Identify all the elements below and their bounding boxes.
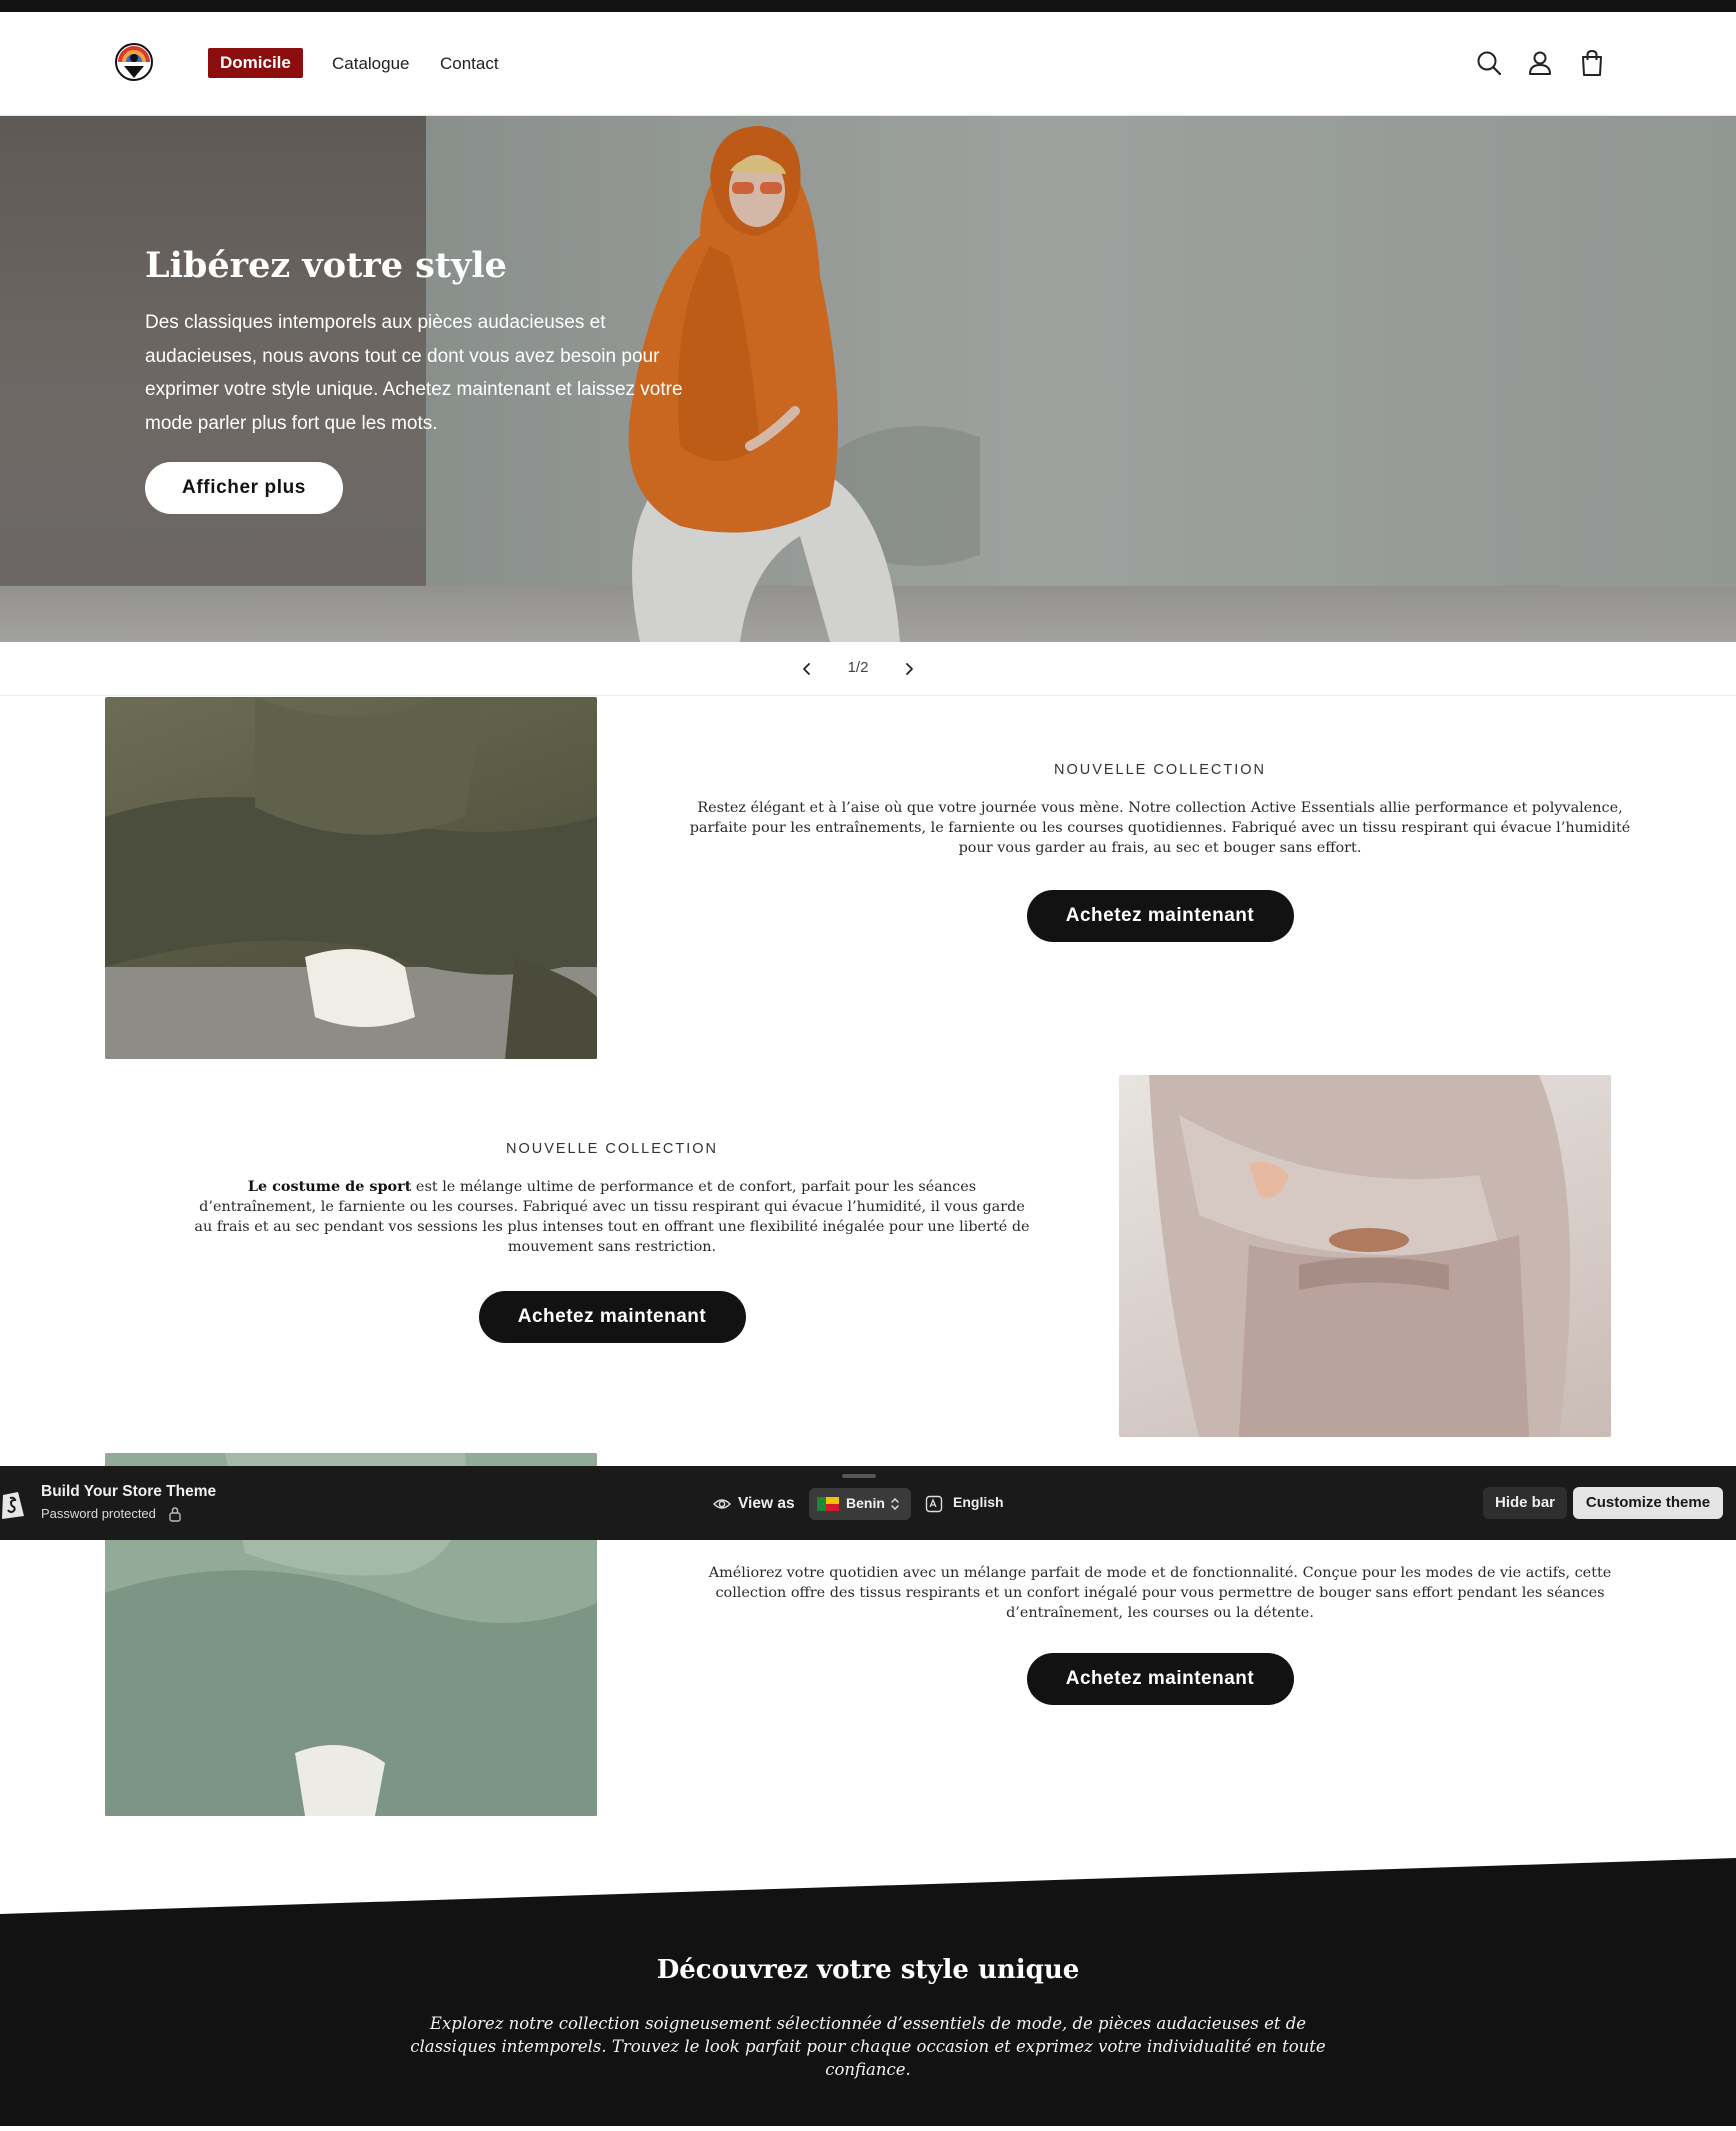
customize-theme-button[interactable]: Customize theme	[1573, 1487, 1723, 1519]
eye-icon	[713, 1499, 731, 1509]
hero-description: Des classiques intemporels aux pièces au…	[145, 312, 683, 434]
hero-cta-button[interactable]: Afficher plus	[145, 462, 343, 514]
nav-catalogue[interactable]: Catalogue	[332, 52, 410, 76]
chevron-left-icon[interactable]	[796, 658, 818, 680]
collection-block-3: Améliorez votre quotidien avec un mélang…	[660, 1563, 1660, 1705]
account-icon[interactable]	[1525, 48, 1555, 78]
collection-image-beige	[1119, 1075, 1611, 1437]
collection-block-1: NOUVELLE COLLECTION Restez élégant et à …	[660, 762, 1660, 942]
announcement-strip	[0, 0, 1736, 12]
store-status: Password protected	[41, 1506, 156, 1521]
shop-now-button[interactable]: Achetez maintenant	[1026, 1653, 1294, 1705]
hide-bar-button[interactable]: Hide bar	[1483, 1487, 1567, 1519]
collection-image-olive	[105, 697, 597, 1059]
nav-domicile[interactable]: Domicile	[208, 48, 303, 78]
shop-now-button[interactable]: Achetez maintenant	[1026, 890, 1294, 942]
collection-block-2: NOUVELLE COLLECTION Le costume de sport …	[190, 1141, 1034, 1343]
country-label: Benin	[846, 1495, 885, 1511]
store-logo[interactable]	[114, 42, 154, 82]
slide-counter: 1/2	[847, 659, 869, 676]
lock-icon	[169, 1507, 181, 1522]
shopify-logo-icon	[2, 1492, 24, 1519]
cart-icon[interactable]	[1577, 48, 1607, 78]
preview-bar-handle[interactable]	[842, 1474, 876, 1478]
theme-preview-bar: Build Your Store Theme Password protecte…	[0, 1466, 1736, 1540]
collection-eyebrow: NOUVELLE COLLECTION	[505, 1141, 719, 1157]
benin-flag-icon	[817, 1497, 839, 1511]
store-name: Build Your Store Theme	[41, 1483, 217, 1500]
collection-description: Le costume de sport est le mélange ultim…	[190, 1177, 1034, 1257]
footer-band-text: Explorez notre collection soigneusement …	[410, 2014, 1326, 2079]
site-header: Domicile Catalogue Contact	[0, 12, 1736, 116]
slideshow-controls: 1/2	[0, 642, 1736, 696]
country-selector[interactable]: Benin	[809, 1488, 911, 1520]
nav-contact[interactable]: Contact	[440, 52, 499, 76]
translate-icon	[925, 1495, 943, 1513]
hero-title: Libérez votre style	[145, 245, 507, 286]
collection-description: Restez élégant et à l’aise où que votre …	[689, 800, 1631, 856]
collection-description: Améliorez votre quotidien avec un mélang…	[708, 1565, 1612, 1621]
chevron-right-icon[interactable]	[898, 658, 920, 680]
language-selector[interactable]: English	[953, 1494, 1004, 1510]
shop-now-button[interactable]: Achetez maintenant	[478, 1291, 746, 1343]
chevron-up-down-icon	[891, 1497, 899, 1511]
hero-slideshow: Libérez votre style Des classiques intem…	[0, 116, 1736, 642]
view-as-label: View as	[738, 1495, 795, 1512]
collection-eyebrow: NOUVELLE COLLECTION	[1053, 762, 1267, 778]
collection-description-bold: Le costume de sport	[247, 1178, 412, 1195]
footer-band-title: Découvrez votre style unique	[656, 1955, 1080, 1985]
footer-band-background	[0, 1858, 1736, 2131]
search-icon[interactable]	[1474, 48, 1504, 78]
